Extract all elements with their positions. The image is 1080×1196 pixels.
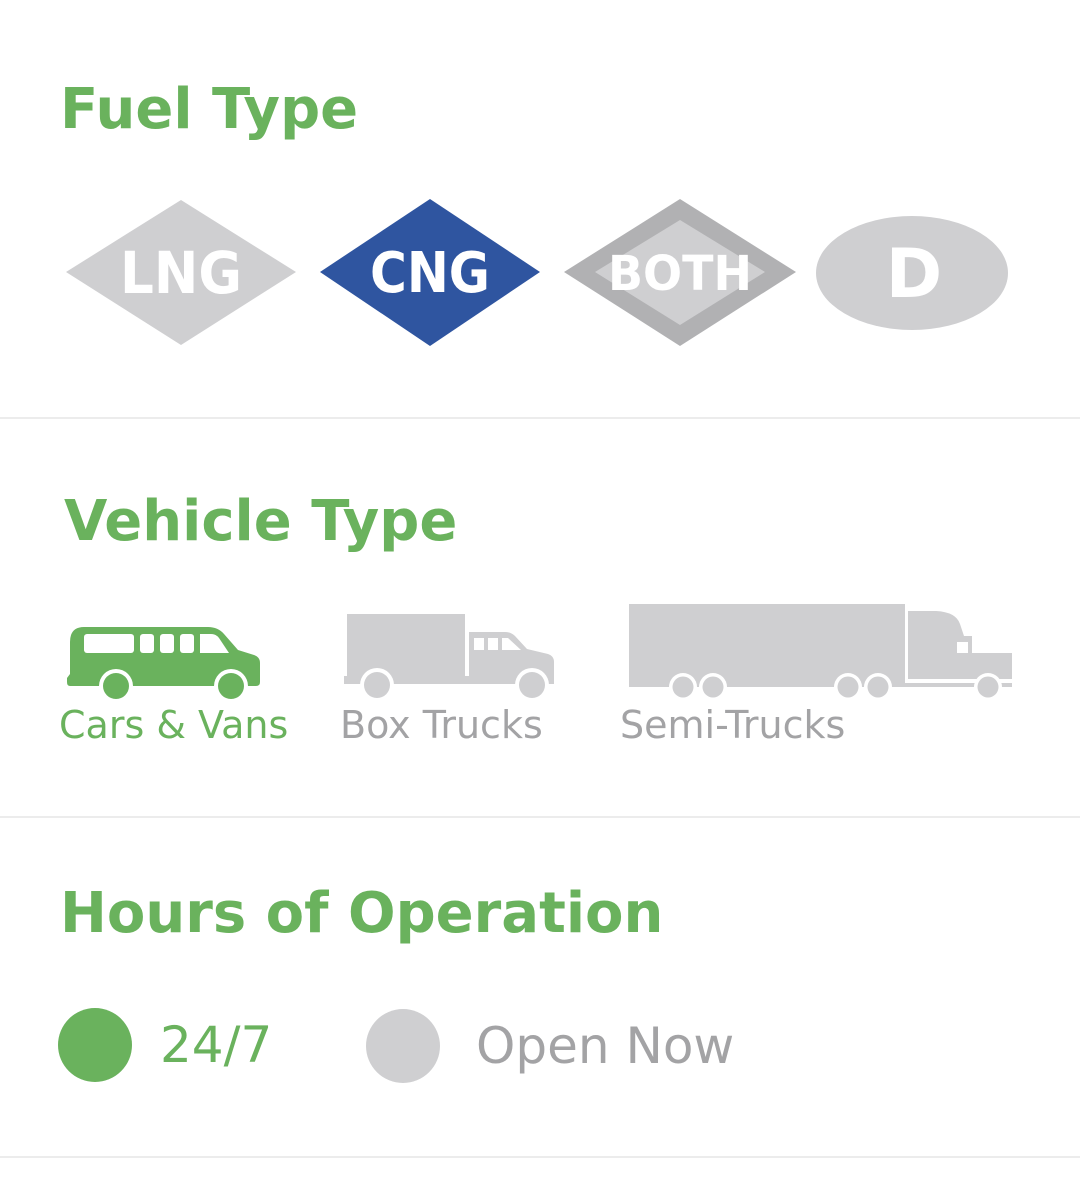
section-divider xyxy=(0,816,1080,818)
fuel-option-diesel[interactable]: D xyxy=(814,214,1010,332)
vehicle-option-label: Cars & Vans xyxy=(59,703,289,747)
vehicle-option-box-trucks[interactable]: Box Trucks xyxy=(340,612,560,750)
fuel-option-both[interactable]: BOTH xyxy=(562,198,798,348)
radio-selected-icon xyxy=(58,1008,132,1082)
section-divider xyxy=(0,1156,1080,1158)
hours-option-24-7[interactable]: 24/7 xyxy=(58,1008,298,1084)
hours-option-label: 24/7 xyxy=(160,1016,273,1074)
vehicle-type-title: Vehicle Type xyxy=(64,489,458,554)
radio-unselected-icon xyxy=(366,1009,440,1083)
vehicle-option-label: Semi-Trucks xyxy=(620,703,846,747)
fuel-option-lng[interactable]: LNG xyxy=(64,198,298,348)
cng-diamond-icon: CNG xyxy=(320,199,540,346)
fuel-type-title: Fuel Type xyxy=(60,77,359,142)
vehicle-option-label: Box Trucks xyxy=(340,703,543,747)
section-divider xyxy=(0,417,1080,419)
hours-of-operation-title: Hours of Operation xyxy=(60,881,664,946)
fuel-option-label: D xyxy=(886,235,942,314)
hours-option-label: Open Now xyxy=(476,1017,735,1075)
semi-truck-icon xyxy=(629,604,1012,701)
fuel-option-label: LNG xyxy=(120,239,242,307)
vehicle-option-semi-trucks[interactable]: Semi-Trucks xyxy=(620,602,1020,750)
fuel-option-label: CNG xyxy=(370,241,490,306)
van-icon xyxy=(67,627,260,703)
hours-option-open-now[interactable]: Open Now xyxy=(366,1009,786,1085)
diesel-oval-icon: D xyxy=(816,216,1008,330)
lng-diamond-icon: LNG xyxy=(66,200,296,345)
box-truck-icon xyxy=(344,614,554,702)
fuel-option-cng[interactable]: CNG xyxy=(318,198,542,348)
vehicle-option-cars-vans[interactable]: Cars & Vans xyxy=(58,620,298,750)
both-double-diamond-icon: BOTH xyxy=(564,199,796,346)
fuel-option-label: BOTH xyxy=(608,246,752,302)
